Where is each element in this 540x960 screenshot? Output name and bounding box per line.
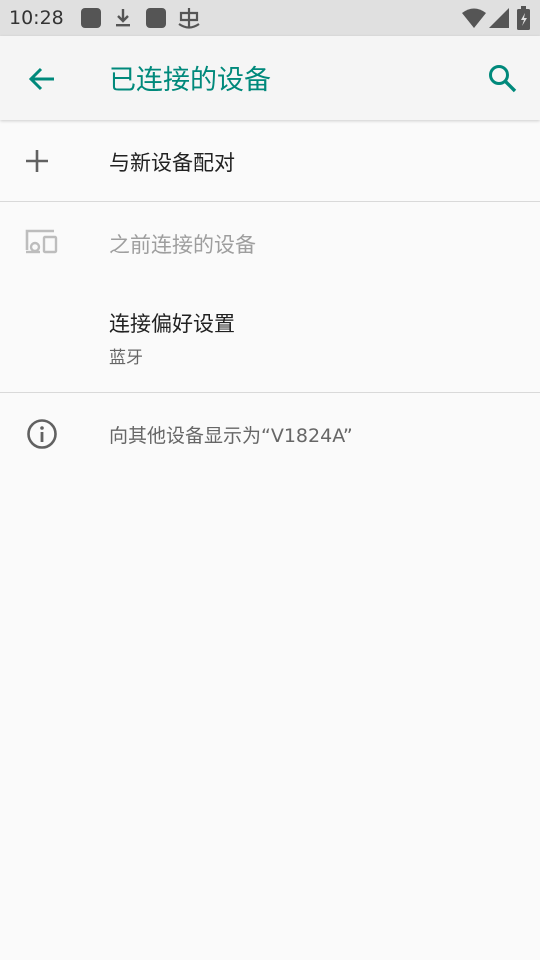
connection-preferences-label: 连接偏好设置 (109, 312, 235, 336)
pair-new-device-label: 与新设备配对 (109, 151, 235, 175)
pair-new-device-item[interactable]: 与新设备配对 (0, 121, 540, 201)
previous-devices-item: 之前连接的设备 (0, 202, 540, 282)
search-icon[interactable] (486, 62, 520, 96)
signal-icon (489, 8, 509, 32)
device-visibility-info: 向其他设备显示为“V1824A” (0, 393, 540, 473)
connection-preferences-summary: 蓝牙 (109, 348, 143, 368)
previous-devices-label: 之前连接的设备 (109, 233, 256, 257)
app-notification-icon-2 (145, 7, 167, 33)
app-notification-icon (80, 7, 102, 33)
info-icon (26, 418, 58, 454)
connection-preferences-item[interactable]: 连接偏好设置 蓝牙 (0, 282, 540, 392)
download-icon (112, 7, 134, 33)
status-time: 10:28 (9, 7, 64, 29)
plus-icon (24, 148, 50, 178)
wifi-icon (462, 8, 486, 32)
arrow-back-icon[interactable] (26, 63, 58, 95)
app-bar: 已连接的设备 (0, 36, 540, 120)
battery-icon (517, 6, 530, 34)
bug-icon (177, 7, 201, 33)
page-title: 已连接的设备 (109, 65, 271, 96)
device-visibility-text: 向其他设备显示为“V1824A” (109, 425, 353, 447)
status-bar: 10:28 (0, 0, 540, 36)
devices-icon (24, 228, 60, 260)
